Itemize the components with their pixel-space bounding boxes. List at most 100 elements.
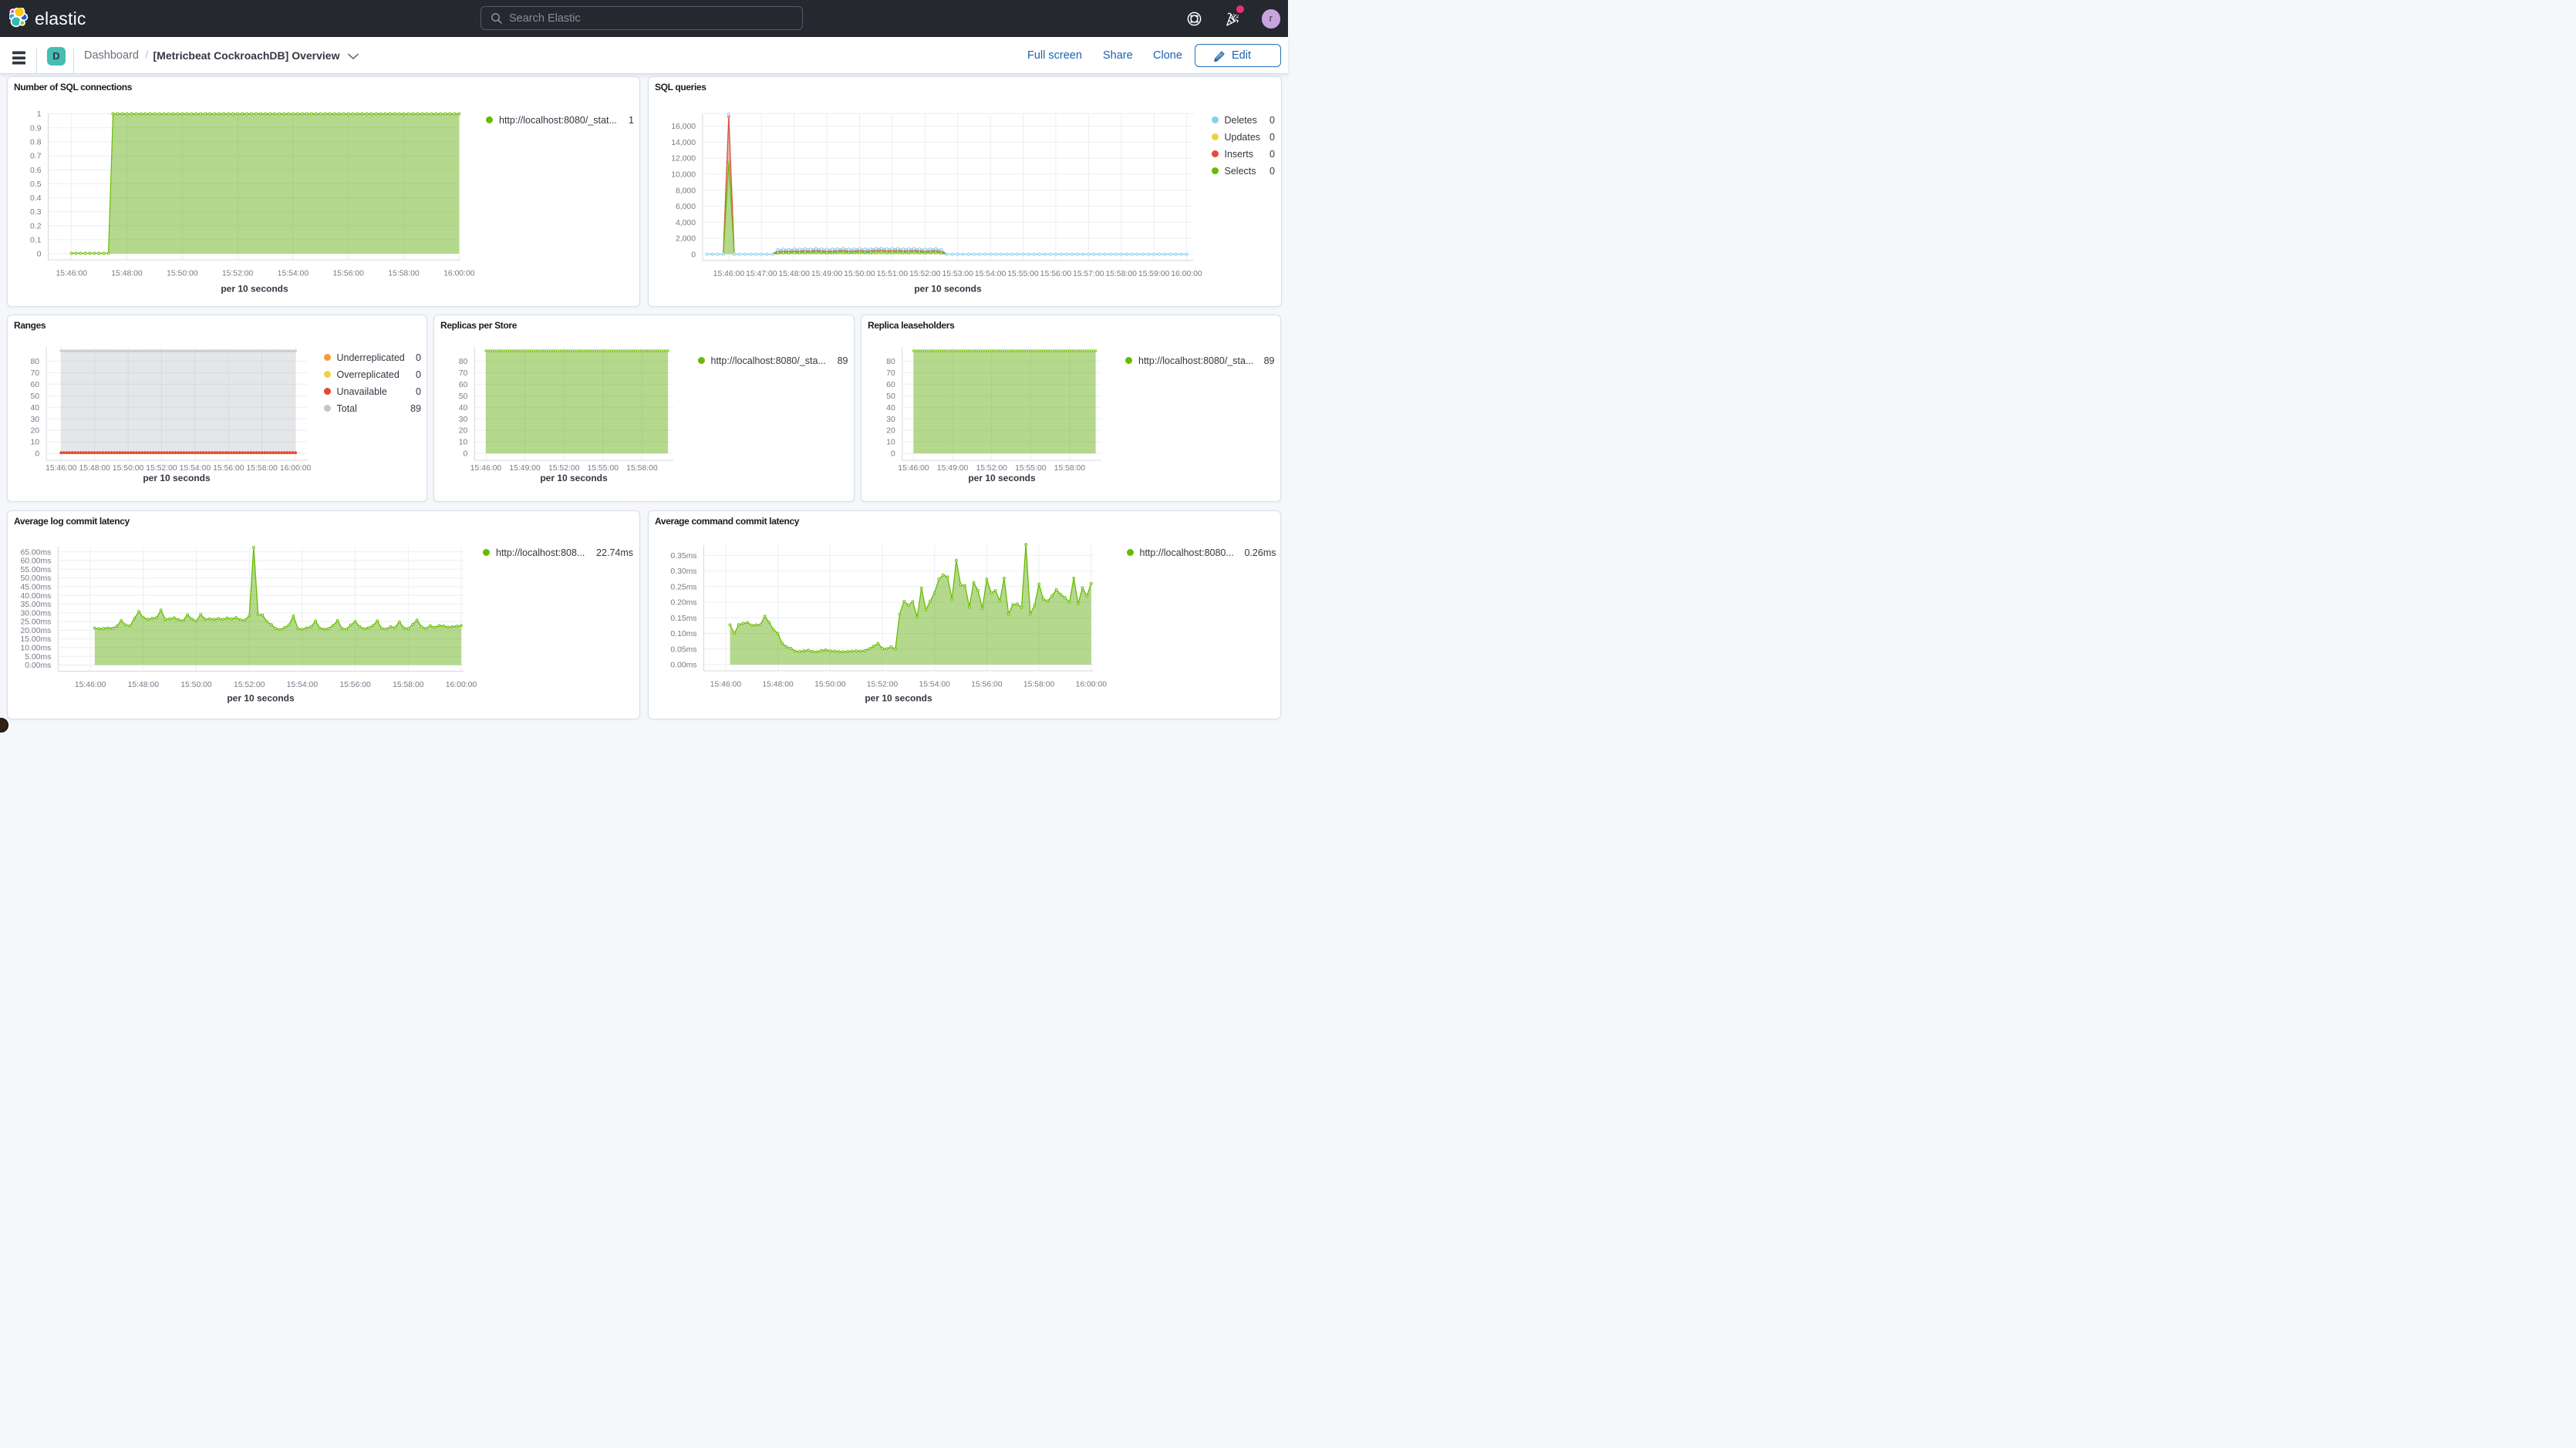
svg-text:50: 50	[459, 392, 468, 401]
svg-text:15:52:00: 15:52:00	[548, 464, 580, 473]
svg-text:0: 0	[35, 450, 39, 459]
svg-text:0.5: 0.5	[30, 180, 42, 189]
svg-text:70: 70	[459, 369, 468, 378]
svg-text:0.1: 0.1	[30, 236, 42, 244]
svg-text:per 10 seconds: per 10 seconds	[968, 473, 1036, 483]
svg-text:60.00ms: 60.00ms	[20, 557, 51, 566]
svg-text:30: 30	[886, 416, 895, 424]
svg-text:15:48:00: 15:48:00	[111, 270, 143, 278]
svg-text:50: 50	[31, 392, 40, 401]
svg-text:16,000: 16,000	[671, 123, 696, 131]
svg-text:25.00ms: 25.00ms	[20, 618, 51, 627]
svg-text:10: 10	[31, 439, 40, 447]
svg-text:15:49:00: 15:49:00	[937, 464, 969, 473]
svg-text:80: 80	[886, 358, 895, 366]
svg-text:15:49:00: 15:49:00	[811, 270, 843, 278]
svg-text:60: 60	[886, 381, 895, 389]
svg-text:15:58:00: 15:58:00	[246, 464, 278, 473]
svg-text:20: 20	[31, 427, 40, 436]
svg-text:15:52:00: 15:52:00	[222, 270, 254, 278]
svg-text:80: 80	[31, 358, 40, 366]
svg-text:16:00:00: 16:00:00	[1076, 681, 1108, 689]
svg-text:15:50:00: 15:50:00	[814, 681, 846, 689]
svg-text:15:50:00: 15:50:00	[113, 464, 144, 473]
svg-text:0.7: 0.7	[30, 153, 42, 161]
svg-text:15:50:00: 15:50:00	[167, 270, 198, 278]
svg-text:per 10 seconds: per 10 seconds	[540, 473, 608, 483]
svg-text:0: 0	[464, 450, 468, 459]
svg-text:12,000: 12,000	[671, 155, 696, 163]
svg-text:15:54:00: 15:54:00	[278, 270, 309, 278]
svg-text:15:52:00: 15:52:00	[146, 464, 177, 473]
svg-text:15:48:00: 15:48:00	[79, 464, 110, 473]
svg-text:0.05ms: 0.05ms	[670, 645, 696, 654]
svg-text:0.30ms: 0.30ms	[670, 567, 696, 576]
svg-text:15:50:00: 15:50:00	[180, 681, 212, 689]
svg-text:1: 1	[37, 110, 42, 119]
svg-text:15:46:00: 15:46:00	[710, 681, 742, 689]
svg-text:15:46:00: 15:46:00	[713, 270, 745, 278]
svg-text:0: 0	[37, 251, 42, 259]
svg-text:per 10 seconds: per 10 seconds	[221, 283, 288, 294]
svg-text:70: 70	[886, 369, 895, 378]
svg-text:15:56:00: 15:56:00	[213, 464, 244, 473]
svg-text:0.00ms: 0.00ms	[670, 662, 696, 670]
svg-text:60: 60	[459, 381, 468, 389]
svg-text:15:46:00: 15:46:00	[898, 464, 929, 473]
svg-text:15:55:00: 15:55:00	[588, 464, 619, 473]
svg-text:15:52:00: 15:52:00	[909, 270, 941, 278]
svg-text:0.10ms: 0.10ms	[670, 630, 696, 638]
svg-text:15:58:00: 15:58:00	[1054, 464, 1086, 473]
svg-text:80: 80	[459, 358, 468, 366]
svg-text:0.9: 0.9	[30, 124, 42, 133]
svg-text:per 10 seconds: per 10 seconds	[227, 693, 295, 704]
svg-text:per 10 seconds: per 10 seconds	[914, 283, 982, 294]
svg-text:16:00:00: 16:00:00	[1171, 270, 1202, 278]
svg-text:15:52:00: 15:52:00	[234, 681, 265, 689]
svg-text:15:55:00: 15:55:00	[1015, 464, 1047, 473]
svg-text:15:58:00: 15:58:00	[388, 270, 420, 278]
svg-text:15:48:00: 15:48:00	[778, 270, 810, 278]
svg-text:16:00:00: 16:00:00	[280, 464, 312, 473]
svg-text:15.00ms: 15.00ms	[20, 635, 51, 644]
svg-text:30.00ms: 30.00ms	[20, 609, 51, 618]
svg-text:45.00ms: 45.00ms	[20, 583, 51, 591]
svg-text:15:56:00: 15:56:00	[339, 681, 371, 689]
svg-text:16:00:00: 16:00:00	[446, 681, 477, 689]
svg-text:15:54:00: 15:54:00	[975, 270, 1006, 278]
svg-text:30: 30	[459, 416, 468, 424]
svg-text:0.25ms: 0.25ms	[670, 583, 696, 591]
svg-text:15:53:00: 15:53:00	[942, 270, 973, 278]
svg-text:15:54:00: 15:54:00	[287, 681, 319, 689]
svg-text:55.00ms: 55.00ms	[20, 566, 51, 574]
svg-text:40: 40	[31, 404, 40, 413]
svg-text:10.00ms: 10.00ms	[20, 645, 51, 653]
svg-text:15:58:00: 15:58:00	[393, 681, 424, 689]
svg-text:35.00ms: 35.00ms	[20, 601, 51, 609]
svg-text:40.00ms: 40.00ms	[20, 592, 51, 601]
svg-text:15:57:00: 15:57:00	[1073, 270, 1104, 278]
svg-text:0.6: 0.6	[30, 167, 42, 175]
svg-text:15:54:00: 15:54:00	[919, 681, 950, 689]
svg-text:15:56:00: 15:56:00	[1040, 270, 1072, 278]
svg-text:0.8: 0.8	[30, 138, 42, 146]
svg-text:15:47:00: 15:47:00	[746, 270, 777, 278]
svg-text:10: 10	[886, 439, 895, 447]
svg-text:70: 70	[31, 369, 40, 378]
svg-text:0.00ms: 0.00ms	[25, 662, 51, 670]
svg-text:15:59:00: 15:59:00	[1138, 270, 1170, 278]
svg-text:15:48:00: 15:48:00	[762, 681, 794, 689]
svg-text:2,000: 2,000	[676, 235, 696, 244]
svg-text:10,000: 10,000	[671, 170, 696, 179]
svg-text:14,000: 14,000	[671, 139, 696, 147]
svg-text:15:55:00: 15:55:00	[1007, 270, 1039, 278]
svg-text:16:00:00: 16:00:00	[443, 270, 475, 278]
svg-text:0.2: 0.2	[30, 222, 42, 231]
svg-text:15:58:00: 15:58:00	[1105, 270, 1137, 278]
svg-text:10: 10	[459, 439, 468, 447]
svg-text:5.00ms: 5.00ms	[25, 653, 51, 662]
svg-text:60: 60	[31, 381, 40, 389]
svg-text:15:58:00: 15:58:00	[626, 464, 658, 473]
svg-text:65.00ms: 65.00ms	[20, 548, 51, 557]
svg-text:15:46:00: 15:46:00	[470, 464, 502, 473]
